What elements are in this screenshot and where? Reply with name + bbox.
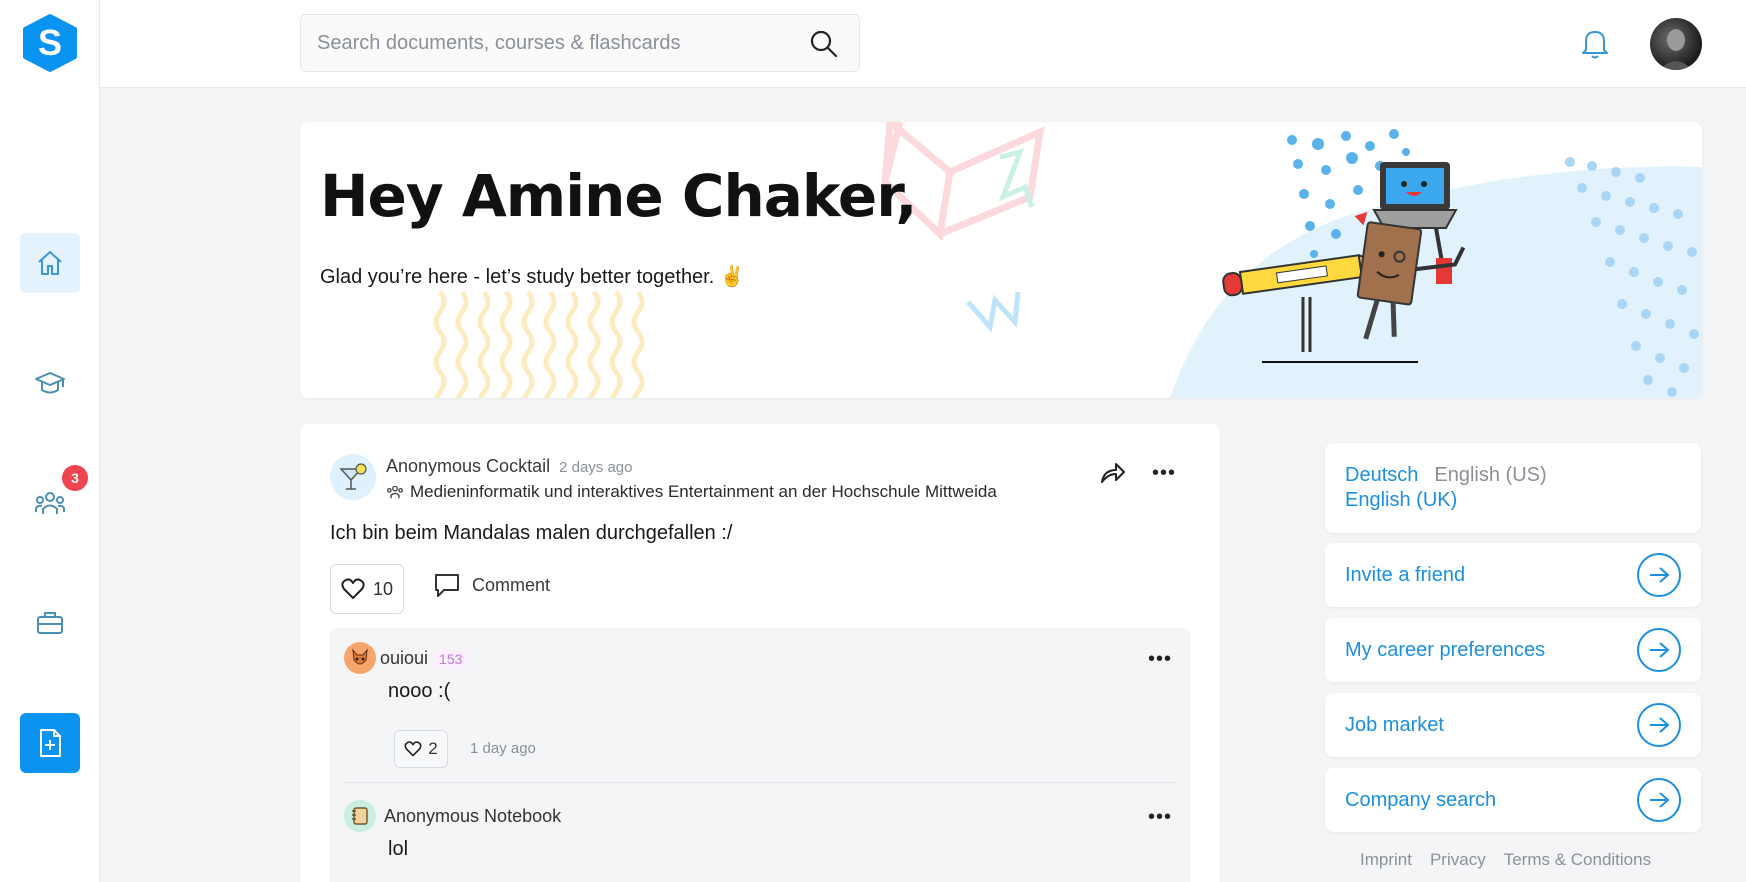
language-deutsch[interactable]: Deutsch <box>1345 464 1418 486</box>
comment-more-options-icon[interactable]: ••• <box>1148 649 1172 669</box>
search-box <box>300 14 860 72</box>
language-english-us[interactable]: English (US) <box>1434 464 1546 486</box>
briefcase-icon <box>37 612 63 634</box>
notification-badge: 3 <box>62 465 88 491</box>
career-preferences-link[interactable]: My career preferences <box>1325 618 1701 682</box>
post-more-options-icon[interactable]: ••• <box>1152 463 1176 483</box>
post-author-name[interactable]: Anonymous Cocktail <box>386 456 550 476</box>
link-label: Company search <box>1345 788 1497 811</box>
bell-icon[interactable] <box>1580 26 1610 60</box>
post-avatar[interactable] <box>330 454 376 500</box>
search-input[interactable] <box>317 31 787 55</box>
people-group-icon <box>35 492 65 514</box>
footer-links: Imprint Privacy Terms & Conditions <box>1360 850 1669 870</box>
post-comment-button[interactable]: Comment <box>434 572 550 598</box>
sidebar-item-home[interactable] <box>20 233 80 293</box>
sidebar-item-groups[interactable]: 3 <box>20 465 88 533</box>
post-group-name[interactable]: Medieninformatik und interaktives Entert… <box>410 482 997 502</box>
comment-divider <box>344 782 1176 783</box>
avatar-photo-icon <box>1660 29 1692 70</box>
language-selector: Deutsch English (US) English (UK) <box>1325 443 1701 533</box>
terms-link[interactable]: Terms & Conditions <box>1504 850 1651 869</box>
studydrive-logo-icon: S <box>23 14 77 72</box>
heart-icon <box>341 578 365 599</box>
svg-text:S: S <box>38 22 62 63</box>
comment-text: nooo :( <box>388 680 451 702</box>
comment-timestamp: 1 day ago <box>470 740 536 757</box>
post-author[interactable]: Anonymous Cocktail 2 days ago <box>386 456 632 477</box>
sidebar-item-career[interactable] <box>20 593 80 653</box>
link-label: My career preferences <box>1345 638 1546 661</box>
comments-section: ouioui 153 ••• nooo :( 2 1 day ago Anonym… <box>330 628 1190 882</box>
company-search-link[interactable]: Company search <box>1325 768 1701 832</box>
arrow-right-icon[interactable] <box>1637 703 1681 747</box>
notebook-icon <box>352 807 368 825</box>
post-like-count: 10 <box>372 578 394 599</box>
greeting-subtitle: Glad you’re here - let’s study better to… <box>320 266 745 288</box>
graduation-cap-icon <box>35 372 65 394</box>
comment-label: Comment <box>472 574 551 595</box>
comment-author[interactable]: ouioui 153 <box>380 648 468 669</box>
squirrel-icon <box>352 648 368 665</box>
people-group-icon <box>387 485 403 499</box>
post-timestamp: 2 days ago <box>559 459 633 476</box>
comment-author-name[interactable]: Anonymous Notebook <box>384 806 561 827</box>
privacy-link[interactable]: Privacy <box>1430 850 1486 869</box>
comment-avatar[interactable] <box>344 642 376 674</box>
comment-icon <box>435 574 459 597</box>
add-document-icon <box>40 729 61 757</box>
share-icon[interactable] <box>1100 462 1126 484</box>
comment-text: lol <box>388 838 409 860</box>
comment-like-count: 2 <box>428 739 438 758</box>
welcome-banner: Hey Amine Chaker, Glad you’re here - let… <box>300 122 1702 398</box>
imprint-link[interactable]: Imprint <box>1360 850 1412 869</box>
feed-post-card: Anonymous Cocktail 2 days ago Medieninfo… <box>300 424 1220 882</box>
language-english-uk[interactable]: English (UK) <box>1345 489 1457 511</box>
sidebar: S 3 <box>0 0 100 882</box>
user-avatar[interactable] <box>1650 18 1702 70</box>
post-group[interactable]: Medieninformatik und interaktives Entert… <box>386 482 997 502</box>
home-icon <box>38 251 62 275</box>
search-icon[interactable] <box>809 29 839 59</box>
arrow-right-icon[interactable] <box>1637 628 1681 672</box>
comment-like-button[interactable]: 2 <box>394 730 448 768</box>
invite-friend-link[interactable]: Invite a friend <box>1325 543 1701 607</box>
greeting-title: Hey Amine Chaker, <box>320 162 917 230</box>
karma-badge: 153 <box>434 650 468 668</box>
link-label: Job market <box>1345 713 1444 736</box>
comment-avatar[interactable] <box>344 800 376 832</box>
sidebar-item-courses[interactable] <box>20 353 80 413</box>
top-bar <box>100 0 1746 88</box>
logo[interactable]: S <box>22 14 78 72</box>
arrow-right-icon[interactable] <box>1637 778 1681 822</box>
comment-more-options-icon[interactable]: ••• <box>1148 807 1172 827</box>
cocktail-icon <box>339 463 367 490</box>
heart-icon <box>404 741 422 757</box>
comment-author-name[interactable]: ouioui <box>380 648 428 668</box>
sidebar-item-upload[interactable] <box>20 713 80 773</box>
link-label: Invite a friend <box>1345 563 1466 586</box>
post-text: Ich bin beim Mandalas malen durchgefalle… <box>330 522 733 544</box>
arrow-right-icon[interactable] <box>1637 553 1681 597</box>
post-like-button[interactable]: 10 <box>330 564 404 614</box>
job-market-link[interactable]: Job market <box>1325 693 1701 757</box>
